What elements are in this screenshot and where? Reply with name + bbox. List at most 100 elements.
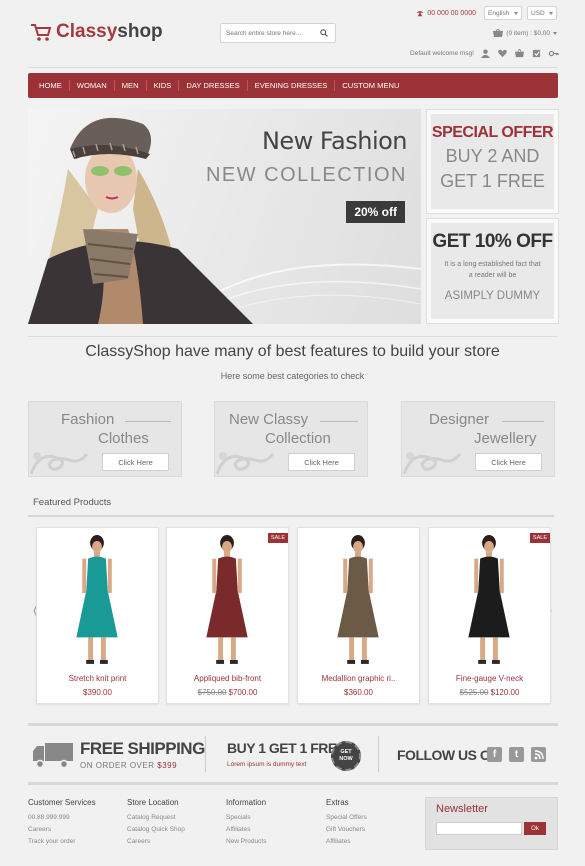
category-divider [320,421,358,422]
product-figure-shape [230,637,236,662]
basket-icon[interactable] [514,48,525,59]
footer-link[interactable]: Careers [127,838,185,845]
banner-discount-badge: 20% off [346,201,405,223]
product-figure-shape [349,637,355,662]
product-name[interactable]: Medallion graphic ri.. [298,674,419,683]
footer-link[interactable]: Catalog Request [127,814,185,821]
nav-kids[interactable]: KIDS [147,80,180,91]
product-card[interactable]: SALE Appliqued bib-front $750.00 $700.00 [166,527,289,704]
product-figure-shape [474,558,479,594]
category-designer-jewellery[interactable]: Designer Jewellery Click Here [401,401,555,477]
cart-logo-icon [30,22,52,42]
hero-banner[interactable]: New Fashion NEW COLLECTION 20% off [28,109,421,324]
click-here-button[interactable]: Click Here [288,453,355,471]
product-figure-shape [100,637,106,662]
product-figure-shape [343,558,348,594]
category-title: Fashion [61,411,115,428]
category-fashion-clothes[interactable]: Fashion Clothes Click Here [28,401,182,477]
user-icon[interactable] [480,48,491,59]
logo-text: Classyshop [56,21,163,42]
footer-link[interactable]: Affiliates [226,826,266,833]
footer-link[interactable]: Gift Vouchers [326,826,367,833]
category-divider [502,421,544,422]
newsletter-submit-button[interactable]: Ok [524,822,546,835]
get-now-label: GET [340,749,352,755]
currency-select[interactable]: USD [527,6,557,20]
promo-discount[interactable]: GET 10% OFF It is a long established fac… [426,218,559,324]
footer-link[interactable]: Catalog Quick Shop [127,826,185,833]
free-shipping-title: FREE SHIPPING [80,739,205,758]
newsletter-email-input[interactable] [436,822,522,835]
shipping-amount: $399 [157,761,178,770]
key-icon[interactable] [548,48,559,59]
product-figure-shape [347,659,356,664]
language-select[interactable]: English [484,6,522,20]
banner-subtitle: NEW COLLECTION [205,164,407,186]
product-name[interactable]: Fine-gauge V-neck [429,674,550,683]
get-now-button[interactable]: GET NOW [331,741,361,771]
footer-heading: Information [226,798,267,807]
product-figure-shape [468,591,510,638]
search-input[interactable] [221,29,317,37]
nav-evening-dresses[interactable]: EVENING DRESSES [248,80,336,91]
promo-special-offer[interactable]: SPECIAL OFFER BUY 2 AND GET 1 FREE [426,109,559,214]
footer-link[interactable]: Careers [28,826,96,833]
nav-home[interactable]: HOME [32,80,70,91]
product-name[interactable]: Stretch knit print [37,674,158,683]
click-here-button[interactable]: Click Here [102,453,169,471]
nav-men[interactable]: MEN [115,80,147,91]
chevron-down-icon [553,31,557,35]
heart-icon[interactable] [497,48,508,59]
product-image[interactable] [298,528,419,668]
product-figure-shape [478,556,500,594]
footer-link[interactable]: New Products [226,838,266,845]
product-image[interactable] [429,528,550,668]
product-figure-shape [484,540,494,553]
rss-icon[interactable] [531,747,546,762]
footer-column-information: Information Specials Affiliates New Prod… [226,798,266,850]
click-here-button[interactable]: Click Here [475,453,542,471]
category-new-collection[interactable]: New Classy Collection Click Here [214,401,368,477]
facebook-icon[interactable]: f [487,747,502,762]
product-image[interactable] [37,528,158,668]
footer-heading: Customer Services [28,798,96,807]
product-figure-shape [337,591,379,638]
category-subtitle: Jewellery [474,430,537,447]
current-price: $120.00 [490,688,520,697]
product-card[interactable]: Stretch knit print $390.00 [36,527,159,704]
nav-day-dresses[interactable]: DAY DRESSES [179,80,248,91]
product-image[interactable] [167,528,288,668]
product-figure-shape [499,558,504,594]
nav-custom-menu[interactable]: CUSTOM MENU [335,80,406,91]
footer-link[interactable]: Specials [226,814,266,821]
category-divider [125,421,171,422]
promo-text: It is a long established fact that a rea… [444,261,541,279]
promo-footer: ASIMPLY DUMMY [444,290,541,302]
footer-heading: Extras [326,798,349,807]
newsletter-title: Newsletter [436,803,488,815]
product-figure-shape [86,556,108,594]
footer-link[interactable]: Special Offers [326,814,367,821]
product-figure-shape [229,659,238,664]
product-figure-shape [237,558,242,594]
checkout-icon[interactable] [531,48,542,59]
product-figure-shape [491,659,500,664]
footer-link[interactable]: Affiliates [326,838,367,845]
product-card[interactable]: SALE Fine-gauge V-neck $525.00 $120.00 [428,527,551,704]
category-title: New Classy [229,411,309,428]
mini-cart[interactable]: (0 item) : $0.00 [493,29,557,37]
newsletter-box: Newsletter Ok [425,797,558,850]
search-icon[interactable] [317,26,331,40]
twitter-icon[interactable]: t [509,747,524,762]
product-figure-shape [480,637,486,662]
logo[interactable]: Classyshop [30,18,163,46]
banner-model-image [28,117,253,324]
strip-divider [205,736,206,772]
product-name[interactable]: Appliqued bib-front [167,674,288,683]
footer-link[interactable]: 00.88.999.999 [28,814,96,821]
footer-link[interactable]: Track your order [28,838,96,845]
nav-woman[interactable]: WOMAN [70,80,115,91]
product-figure-shape [206,591,248,638]
strip-divider [378,736,379,772]
product-card[interactable]: Medallion graphic ri.. $360.00 [297,527,420,704]
